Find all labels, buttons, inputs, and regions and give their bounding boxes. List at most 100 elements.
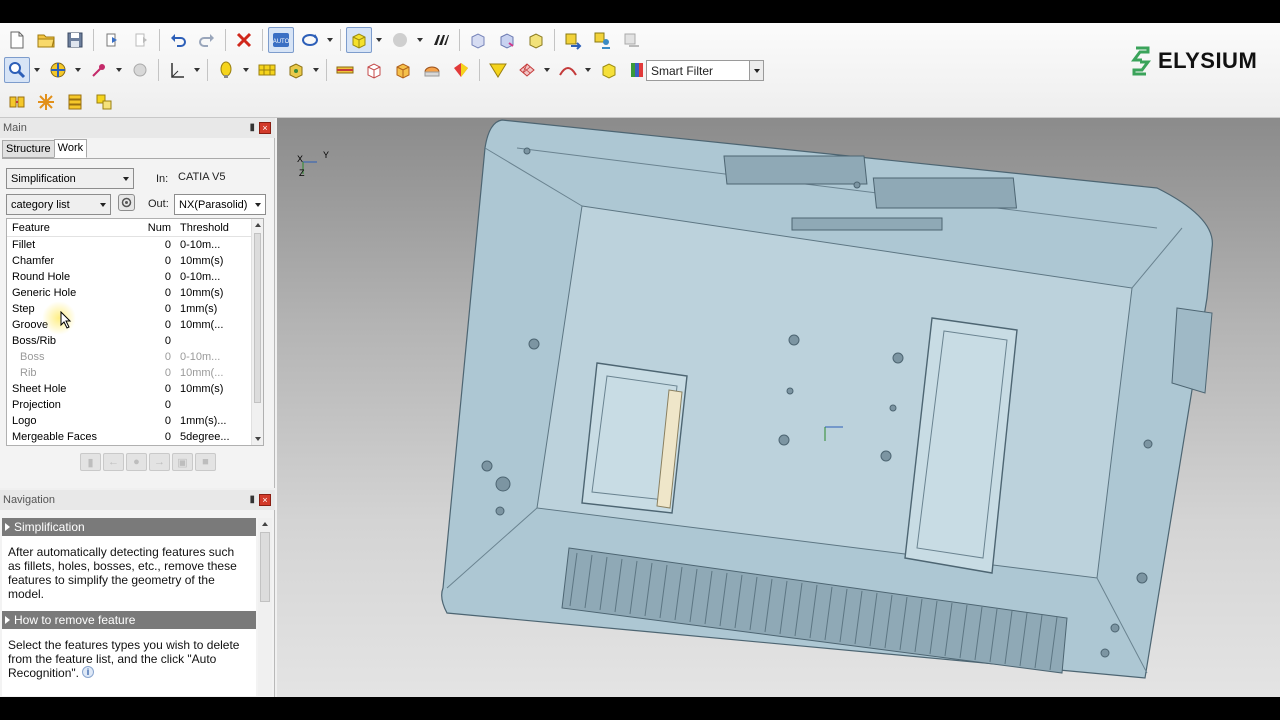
box-dropdown[interactable] bbox=[312, 57, 320, 83]
cube-yellow-icon[interactable] bbox=[596, 57, 622, 83]
chevron-down-icon[interactable] bbox=[119, 169, 133, 188]
assign-icon[interactable] bbox=[589, 27, 615, 53]
feature-threshold[interactable]: 1mm(s) bbox=[177, 303, 253, 315]
new-file-icon[interactable] bbox=[4, 27, 30, 53]
mesh-dropdown[interactable] bbox=[543, 57, 551, 83]
star-icon[interactable] bbox=[33, 89, 59, 115]
pin-icon[interactable]: ▮ bbox=[249, 122, 255, 133]
feature-icon[interactable] bbox=[4, 89, 30, 115]
table-row[interactable]: Logo 0 1mm(s)... bbox=[7, 413, 253, 429]
table-row[interactable]: Boss 0 0-10m... bbox=[7, 349, 253, 365]
pick-point-icon[interactable] bbox=[86, 57, 112, 83]
cube-wire-icon[interactable] bbox=[361, 57, 387, 83]
table-row[interactable]: Step 0 1mm(s) bbox=[7, 301, 253, 317]
stack-icon[interactable] bbox=[62, 89, 88, 115]
move-left-button[interactable]: ← bbox=[103, 453, 124, 471]
feature-threshold[interactable]: 0-10m... bbox=[177, 239, 253, 251]
tab-work[interactable]: Work bbox=[53, 139, 88, 158]
pin-icon[interactable]: ▮ bbox=[249, 494, 255, 505]
feature-threshold[interactable]: 10mm(s) bbox=[177, 287, 253, 299]
box-cut-icon[interactable] bbox=[283, 57, 309, 83]
move-right-button[interactable]: → bbox=[149, 453, 170, 471]
fit-all-icon[interactable] bbox=[428, 27, 454, 53]
section-icon[interactable] bbox=[419, 57, 445, 83]
table-row[interactable]: Rib 0 10mm(... bbox=[7, 365, 253, 381]
mode-select[interactable]: Simplification bbox=[6, 168, 134, 189]
view-back-icon[interactable] bbox=[494, 27, 520, 53]
import-icon[interactable] bbox=[99, 27, 125, 53]
col-feature[interactable]: Feature bbox=[7, 222, 145, 234]
feature-threshold[interactable]: 10mm(... bbox=[177, 319, 253, 331]
feature-threshold[interactable]: 0-10m... bbox=[177, 351, 253, 363]
axis-dropdown[interactable] bbox=[193, 57, 201, 83]
open-folder-icon[interactable] bbox=[33, 27, 59, 53]
bulb-dropdown[interactable] bbox=[242, 57, 250, 83]
view-iso-icon[interactable] bbox=[523, 27, 549, 53]
scroll-up-icon[interactable] bbox=[262, 522, 268, 526]
feature-threshold[interactable]: 10mm(s) bbox=[177, 383, 253, 395]
grid-icon[interactable] bbox=[254, 57, 280, 83]
ruler-icon[interactable] bbox=[332, 57, 358, 83]
chevron-down-icon[interactable] bbox=[749, 61, 763, 80]
list-mode-select[interactable]: category list bbox=[6, 194, 111, 215]
export-icon[interactable] bbox=[128, 27, 154, 53]
table-row[interactable]: Generic Hole 0 10mm(s) bbox=[7, 285, 253, 301]
save-icon[interactable] bbox=[62, 27, 88, 53]
undo-icon[interactable] bbox=[165, 27, 191, 53]
pick-dropdown[interactable] bbox=[115, 57, 123, 83]
3d-viewport[interactable]: X Y Z bbox=[277, 118, 1280, 697]
scroll-thumb[interactable] bbox=[260, 532, 270, 602]
table-row[interactable]: Fillet 0 0-10m... bbox=[7, 237, 253, 253]
color-faces-icon[interactable] bbox=[448, 57, 474, 83]
feature-table-scrollbar[interactable] bbox=[251, 219, 263, 445]
scroll-down-icon[interactable] bbox=[255, 437, 261, 441]
table-row[interactable]: Projection 0 bbox=[7, 397, 253, 413]
chevron-down-icon[interactable] bbox=[251, 195, 265, 214]
shade-dropdown[interactable] bbox=[375, 27, 383, 53]
table-row[interactable]: Groove 0 10mm(... bbox=[7, 317, 253, 333]
cube-group-icon[interactable] bbox=[91, 89, 117, 115]
measure-icon[interactable] bbox=[127, 57, 153, 83]
swap-icon[interactable] bbox=[560, 27, 586, 53]
zoom-window-icon[interactable] bbox=[4, 57, 30, 83]
auto-mode-icon[interactable]: AUTO bbox=[268, 27, 294, 53]
feature-threshold[interactable]: 10mm(s) bbox=[177, 255, 253, 267]
sphere-dropdown[interactable] bbox=[416, 27, 424, 53]
table-row[interactable]: Round Hole 0 0-10m... bbox=[7, 269, 253, 285]
feature-threshold[interactable]: 5degree... bbox=[177, 431, 253, 443]
bulb-icon[interactable] bbox=[213, 57, 239, 83]
refresh-button[interactable] bbox=[118, 194, 135, 211]
rotate-dropdown[interactable] bbox=[326, 27, 334, 53]
triangle-icon[interactable] bbox=[485, 57, 511, 83]
pin-feature-button[interactable]: ▮ bbox=[80, 453, 101, 471]
table-row[interactable]: Sheet Hole 0 10mm(s) bbox=[7, 381, 253, 397]
paste-button[interactable]: ■ bbox=[195, 453, 216, 471]
mesh-icon[interactable] bbox=[514, 57, 540, 83]
feature-threshold[interactable]: 1mm(s)... bbox=[177, 415, 253, 427]
feature-threshold[interactable]: 0-10m... bbox=[177, 271, 253, 283]
zoom-dropdown[interactable] bbox=[33, 57, 41, 83]
pan-dropdown[interactable] bbox=[74, 57, 82, 83]
table-row[interactable]: Mergeable Faces 0 5degree... bbox=[7, 429, 253, 445]
nav-section-title[interactable]: How to remove feature bbox=[2, 611, 256, 629]
out-format-select[interactable]: NX(Parasolid) bbox=[174, 194, 266, 215]
table-row[interactable]: Boss/Rib 0 bbox=[7, 333, 253, 349]
copy-button[interactable]: ▣ bbox=[172, 453, 193, 471]
close-icon[interactable]: × bbox=[259, 122, 271, 134]
close-icon[interactable]: × bbox=[259, 494, 271, 506]
col-num[interactable]: Num bbox=[145, 222, 177, 234]
scroll-thumb[interactable] bbox=[254, 233, 261, 403]
rotate-icon[interactable] bbox=[297, 27, 323, 53]
redo-icon[interactable] bbox=[194, 27, 220, 53]
nav-section-title[interactable]: Simplification bbox=[2, 518, 256, 536]
tag-button[interactable]: ● bbox=[126, 453, 147, 471]
delete-icon[interactable] bbox=[231, 27, 257, 53]
feature-threshold[interactable]: 10mm(... bbox=[177, 367, 253, 379]
pan-icon[interactable] bbox=[45, 57, 71, 83]
cube-shaded-icon[interactable] bbox=[390, 57, 416, 83]
col-threshold[interactable]: Threshold bbox=[177, 222, 253, 234]
tab-structure[interactable]: Structure bbox=[2, 140, 55, 158]
view-front-icon[interactable] bbox=[465, 27, 491, 53]
curve-dropdown[interactable] bbox=[584, 57, 592, 83]
hide-icon[interactable] bbox=[618, 27, 644, 53]
